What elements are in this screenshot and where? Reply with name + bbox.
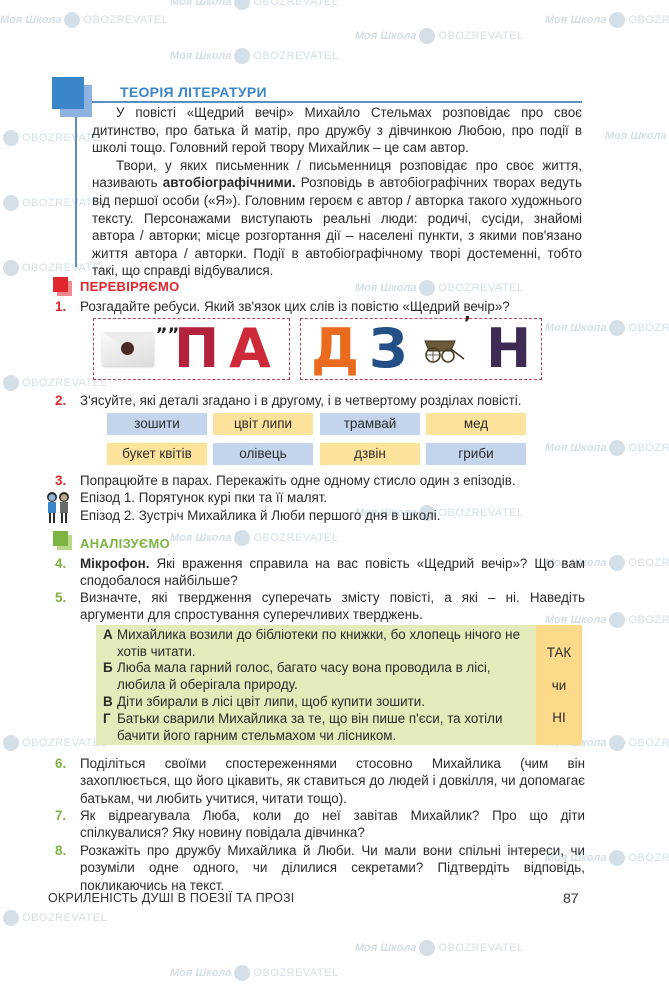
theory-paragraph-2: Твори, у яких письменник / письменниця р…: [92, 157, 582, 279]
word-tile: зошити: [107, 413, 207, 435]
word-tile: трамвай: [320, 413, 420, 435]
word-tile: олівець: [213, 443, 313, 465]
rebus-letter: А: [229, 317, 271, 380]
episode-1: Епізод 1. Порятунок курі пки та її малят…: [80, 490, 328, 506]
theory-title: ТЕОРІЯ ЛІТЕРАТУРИ: [120, 84, 267, 100]
statement-g: Г Батьки сварили Михайлика за те, що він…: [103, 711, 503, 743]
watermark: Моя ШколаOBOZREVATEL: [355, 940, 524, 956]
analyze-title: АНАЛІЗУЄМО: [80, 536, 170, 551]
rebus-1: „„ П А: [93, 315, 290, 380]
running-footer-title: ОКРИЛЕНІСТЬ ДУШІ В ПОЕЗІЇ ТА ПРОЗІ: [48, 891, 295, 905]
word-tile: цвіт липи: [213, 413, 313, 435]
question-5: 5. Визначте, які твердження суперечать з…: [55, 590, 585, 623]
word-tile: мед: [426, 413, 526, 435]
watermark: Моя ШколаOBOZREVATEL: [355, 28, 524, 44]
watermark: Моя ШколаOBOZREVATEL: [170, 530, 339, 546]
watermark: Моя ШколаOBOZREVATEL: [170, 48, 339, 64]
word-tile: дзвін: [320, 443, 420, 465]
watermark: Моя ШколаOBOZREVATEL: [355, 280, 524, 296]
option-yes: ТАК: [546, 645, 572, 660]
rebus-letter: З: [369, 317, 408, 380]
watermark: Моя ШколаOBOZREVATEL: [170, 0, 339, 10]
question-3: 3. Попрацюйте в парах. Перекажіть одне о…: [55, 472, 585, 524]
red-squares-icon: [53, 277, 72, 296]
watermark: OBOZREVATEL: [0, 735, 107, 751]
question-6: 6. Поділіться своїми спостереженнями сто…: [55, 756, 585, 806]
rebus-letter: Н: [486, 317, 532, 380]
episode-2: Епізод 2. Зустріч Михайлика й Люби першо…: [80, 507, 441, 523]
watermark: Моя ШколаOBOZREVATEL: [0, 12, 169, 28]
cart-icon: [424, 340, 465, 363]
check-title: ПЕРЕВІРЯЄМО: [80, 279, 180, 294]
watermark: Моя ШколаOBOZREVATEL: [545, 440, 669, 456]
watermark: Моя ШколаOBOZREVATEL: [545, 12, 669, 28]
question-2: 2. З'ясуйте, які деталі згадано і в друг…: [55, 393, 522, 408]
page-number: 87: [563, 890, 579, 906]
statement-b: Б Люба мала гарний голос, багато часу во…: [103, 660, 491, 692]
watermark: Моя ШколаOBOZREVATEL: [545, 320, 669, 336]
statement-a: А Михайлика возили до бібліотеки по книж…: [103, 627, 521, 659]
word-tile: букет квітів: [107, 443, 207, 465]
theory-divider: [92, 101, 582, 103]
microphone-label: Мікрофон.: [80, 556, 150, 571]
option-or: чи: [551, 678, 567, 693]
rebus-2: Д З ’ Н: [300, 313, 542, 380]
rebus-comma: ’: [464, 313, 471, 334]
theory-side-rule: [75, 117, 77, 267]
rebus-letter: П: [174, 317, 220, 380]
option-no: НІ: [552, 710, 566, 725]
watermark: OBOZREVATEL: [0, 375, 107, 391]
theory-text: У повісті «Щедрий вечір» Михайло Стельма…: [92, 104, 582, 280]
envelope-icon: [102, 332, 154, 366]
term-autobiographical: автобіографічними.: [162, 175, 296, 191]
pair-work-icon: [47, 492, 69, 523]
word-tile: гриби: [426, 443, 526, 465]
watermark: Моя Школа: [605, 130, 667, 142]
theory-paragraph-1: У повісті «Щедрий вечір» Михайло Стельма…: [92, 105, 582, 156]
statement-v: В Діти збирали в лісі цвіт липи, щоб куп…: [103, 694, 425, 709]
watermark: OBOZREVATEL: [0, 910, 107, 926]
rebus-letter: Д: [311, 317, 360, 380]
green-squares-icon: [53, 531, 72, 550]
question-4: 4. Мікрофон. Які враження справила на ва…: [55, 556, 585, 589]
question-7: 7. Як відреагувала Люба, коли до неї зав…: [55, 808, 585, 841]
question-8: 8. Розкажіть про дружбу Михайлика й Люби…: [55, 843, 585, 893]
question-1: 1. Розгадайте ребуси. Який зв'язок цих с…: [55, 299, 510, 314]
watermark: Моя ШколаOBOZREVATEL: [170, 965, 339, 981]
